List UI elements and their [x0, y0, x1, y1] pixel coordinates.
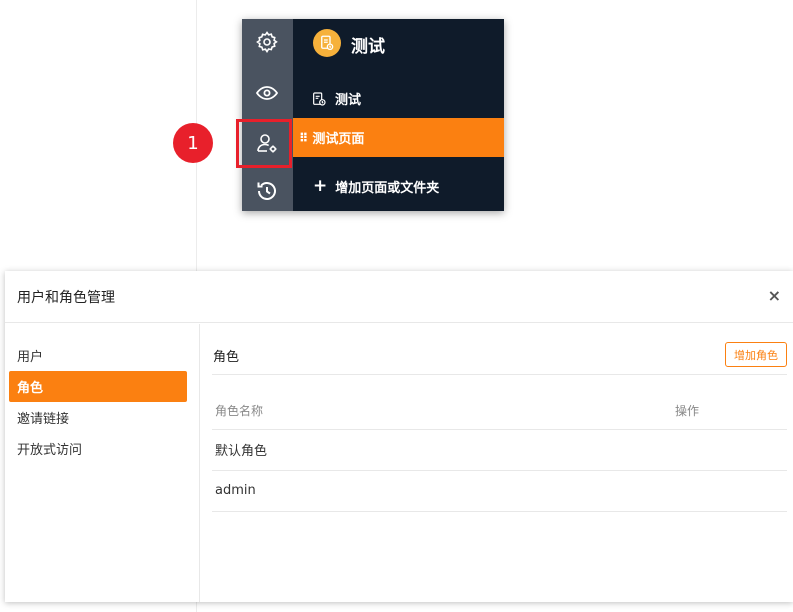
- close-icon[interactable]: ×: [768, 286, 781, 305]
- role-name-cell: 默认角色: [212, 429, 675, 471]
- active-page-item[interactable]: ⠿ 测试页面: [293, 118, 504, 157]
- add-role-button[interactable]: 增加角色: [725, 342, 787, 367]
- column-header-role-name: 角色名称: [212, 375, 675, 430]
- nav-item-roles[interactable]: 角色: [9, 371, 187, 402]
- history-icon[interactable]: [255, 179, 279, 203]
- highlight-box: [236, 119, 292, 168]
- roles-header: 角色 增加角色: [212, 324, 787, 375]
- nav-item-open-access[interactable]: 开放式访问: [9, 433, 187, 464]
- nav-item-invite-links[interactable]: 邀请链接: [9, 402, 187, 433]
- active-page-label: 测试页面: [312, 132, 365, 147]
- table-row[interactable]: 默认角色: [212, 429, 787, 471]
- table-row[interactable]: admin: [212, 470, 787, 512]
- user-role-dialog: 用户和角色管理 × 用户 角色 邀请链接 开放式访问 角色 增加角色 角色名称 …: [5, 271, 793, 602]
- sidebar-mockup: 测试 测试 ⠿ 测试页面 + 增加页面或文件夹: [242, 19, 504, 211]
- dialog-header: 用户和角色管理 ×: [5, 271, 793, 323]
- role-name-cell: admin: [212, 470, 675, 512]
- section-title: 角色: [213, 350, 240, 365]
- app-logo-icon: [313, 29, 341, 57]
- roles-panel: 角色 增加角色 角色名称 操作 默认角色 admin: [212, 324, 787, 602]
- add-page-label: 增加页面或文件夹: [335, 181, 440, 196]
- icon-rail: [242, 19, 293, 211]
- page-item-label: 测试: [335, 93, 362, 108]
- add-page-button[interactable]: + 增加页面或文件夹: [313, 176, 440, 197]
- page-item-test[interactable]: 测试: [311, 89, 361, 108]
- column-header-actions: 操作: [675, 375, 787, 430]
- table-header-row: 角色名称 操作: [212, 375, 787, 430]
- nav-item-users[interactable]: 用户: [9, 340, 187, 371]
- plus-icon: +: [313, 176, 328, 196]
- page: 测试 测试 ⠿ 测试页面 + 增加页面或文件夹 1 2: [0, 0, 793, 612]
- step-marker-1: 1: [173, 123, 213, 163]
- app-title: 测试: [351, 37, 385, 57]
- dialog-nav: 用户 角色 邀请链接 开放式访问: [5, 324, 200, 602]
- dialog-title: 用户和角色管理: [17, 290, 115, 306]
- eye-icon[interactable]: [255, 81, 279, 105]
- drag-handle-icon[interactable]: ⠿: [299, 132, 308, 144]
- roles-table: 角色名称 操作 默认角色 admin: [212, 375, 787, 512]
- gear-icon[interactable]: [255, 30, 279, 54]
- role-action-cell: [675, 429, 787, 471]
- page-clock-icon: [313, 91, 326, 106]
- role-action-cell: [675, 470, 787, 512]
- page-panel: 测试 测试 ⠿ 测试页面 + 增加页面或文件夹: [293, 19, 504, 211]
